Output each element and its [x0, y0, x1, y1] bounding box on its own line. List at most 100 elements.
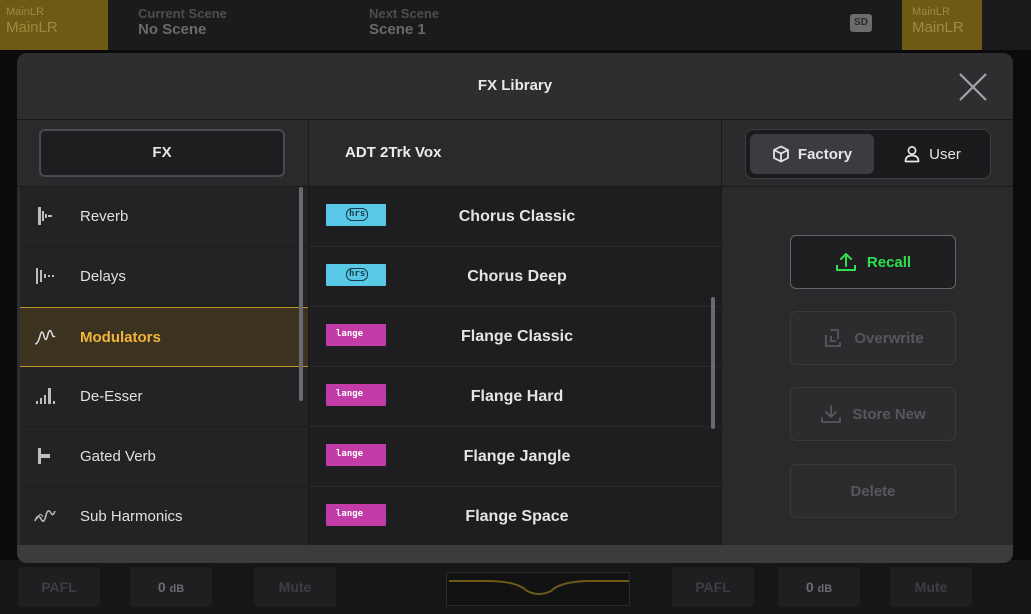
category-label: Gated Verb	[80, 448, 156, 465]
bus-meter	[446, 572, 630, 606]
preset-name: Chorus Deep	[467, 268, 567, 285]
box-icon	[773, 145, 789, 163]
gain-left-unit: dB	[169, 583, 185, 595]
tab-user[interactable]: User	[878, 134, 986, 174]
flange-badge-text: lange	[336, 449, 364, 459]
user-icon	[904, 146, 920, 163]
reverb-icon	[38, 207, 52, 225]
column-divider	[308, 119, 309, 545]
flange-badge-icon: lange	[326, 384, 386, 406]
delete-label: Delete	[850, 482, 896, 500]
preset-name: Flange Hard	[470, 388, 564, 405]
store-new-label: Store New	[852, 405, 926, 423]
flange-badge-icon: lange	[326, 324, 386, 346]
category-scrollbar[interactable]	[299, 187, 303, 401]
category-label: Modulators	[80, 329, 161, 346]
download-icon	[821, 405, 842, 423]
category-label: Reverb	[80, 208, 129, 225]
gain-right-unit: dB	[817, 583, 833, 595]
preset-list: hrs Chorus Classic hrs Chorus Deep lange…	[309, 187, 721, 545]
delays-icon	[36, 268, 54, 284]
preset-item[interactable]: lange Flange Space	[309, 487, 721, 547]
store-new-button[interactable]: Store New	[790, 387, 956, 441]
fx-category-list: Reverb Delays Modulators De-Esser Gated …	[20, 187, 308, 545]
category-item-delays[interactable]: Delays	[20, 247, 308, 307]
current-scene-value: No Scene	[138, 21, 207, 38]
gain-right-value: 0	[805, 579, 814, 595]
current-scene-label: Current Scene	[138, 6, 227, 21]
preset-scrollbar[interactable]	[711, 297, 715, 429]
preset-name: Flange Space	[465, 508, 569, 525]
next-scene: Next Scene Scene 1	[369, 6, 439, 38]
modulators-icon	[34, 329, 56, 345]
flange-badge-text: lange	[336, 329, 364, 339]
category-item-modulators[interactable]: Modulators	[20, 307, 308, 367]
mainlr-right-label: MainLR	[912, 19, 964, 36]
recall-button[interactable]: Recall	[790, 235, 956, 289]
gated-verb-icon	[38, 448, 50, 464]
mixer-screen: MainLR MainLR Current Scene No Scene Nex…	[0, 0, 1031, 614]
close-icon	[959, 73, 987, 101]
preset-name: Chorus Classic	[458, 208, 576, 225]
pafl-left-button[interactable]: PAFL	[18, 567, 100, 607]
meter-curve	[449, 580, 629, 595]
category-item-de-esser[interactable]: De-Esser	[20, 367, 308, 427]
delete-button[interactable]: Delete	[790, 464, 956, 518]
preset-name: Flange Classic	[460, 328, 574, 345]
mainlr-right-indicator[interactable]: MainLR MainLR	[902, 0, 982, 50]
gain-left-value: 0	[157, 579, 166, 595]
chorus-badge-text: hrs	[346, 208, 369, 221]
chorus-badge-text: hrs	[346, 268, 369, 281]
preset-item[interactable]: lange Flange Hard	[309, 367, 721, 427]
sd-card-icon: SD	[850, 14, 872, 32]
chorus-badge-icon: hrs	[326, 204, 386, 226]
preset-item[interactable]: hrs Chorus Deep	[309, 247, 721, 307]
preset-item[interactable]: lange Flange Classic	[309, 307, 721, 367]
category-label: Sub Harmonics	[80, 508, 183, 525]
category-label: Delays	[80, 268, 126, 285]
mainlr-right-small: MainLR	[912, 6, 950, 18]
next-scene-label: Next Scene	[369, 6, 440, 21]
mute-left-button[interactable]: Mute	[254, 567, 336, 607]
chorus-badge-icon: hrs	[326, 264, 386, 286]
fx-library-dialog: FX Library FX ADT 2Trk Vox Factory User …	[17, 53, 1013, 563]
current-preset-name: ADT 2Trk Vox	[345, 144, 442, 161]
dialog-footer	[17, 545, 1013, 563]
flange-badge-text: lange	[336, 389, 364, 399]
upload-icon	[835, 253, 856, 271]
mute-right-button[interactable]: Mute	[890, 567, 972, 607]
flange-badge-icon: lange	[326, 504, 386, 526]
dialog-header: FX Library	[17, 53, 1013, 119]
next-scene-value: Scene 1	[369, 21, 426, 38]
top-status-bar: MainLR MainLR Current Scene No Scene Nex…	[0, 0, 1031, 50]
de-esser-icon	[36, 388, 55, 404]
library-source-toggle: Factory User	[745, 129, 991, 179]
mainlr-left-indicator[interactable]: MainLR MainLR	[0, 0, 108, 50]
tab-factory[interactable]: Factory	[750, 134, 874, 174]
preset-name: Flange Jangle	[463, 448, 571, 465]
fx-type-button[interactable]: FX	[39, 129, 285, 177]
preset-item[interactable]: lange Flange Jangle	[309, 427, 721, 487]
overwrite-icon	[825, 329, 842, 347]
flange-badge-text: lange	[336, 509, 364, 519]
category-item-gated-verb[interactable]: Gated Verb	[20, 427, 308, 487]
flange-badge-icon: lange	[326, 444, 386, 466]
pafl-right-button[interactable]: PAFL	[672, 567, 754, 607]
category-item-sub-harmonics[interactable]: Sub Harmonics	[20, 487, 308, 547]
gain-left-readout[interactable]: 0 dB	[130, 567, 212, 607]
category-item-reverb[interactable]: Reverb	[20, 187, 308, 247]
close-button[interactable]	[955, 69, 991, 105]
gain-right-readout[interactable]: 0 dB	[778, 567, 860, 607]
tab-factory-label: Factory	[797, 145, 853, 163]
preset-item[interactable]: hrs Chorus Classic	[309, 187, 721, 247]
sub-harmonics-icon	[34, 510, 56, 522]
overwrite-button[interactable]: Overwrite	[790, 311, 956, 365]
current-scene: Current Scene No Scene	[138, 6, 227, 38]
tab-user-label: User	[929, 145, 961, 163]
dialog-title: FX Library	[477, 77, 553, 94]
category-label: De-Esser	[80, 388, 143, 405]
overwrite-label: Overwrite	[854, 329, 924, 347]
recall-label: Recall	[866, 253, 912, 271]
mainlr-left-small: MainLR	[6, 6, 44, 18]
mainlr-left-label: MainLR	[6, 19, 58, 36]
